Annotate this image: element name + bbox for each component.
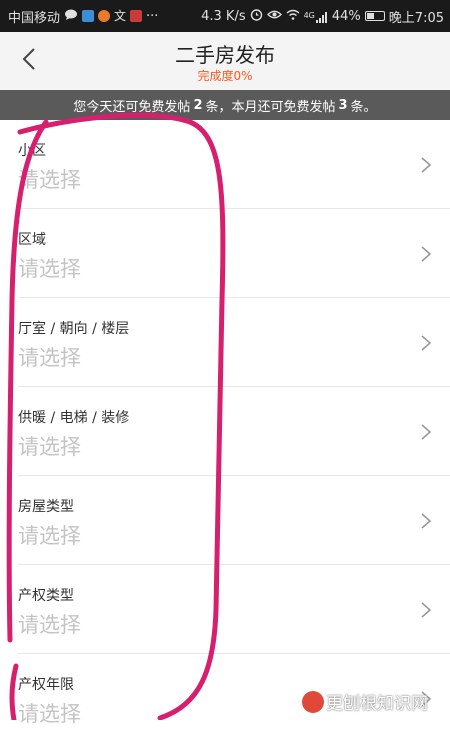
chevron-right-icon xyxy=(421,246,432,262)
field-placeholder: 请选择 xyxy=(18,702,81,726)
listing-form: 小区 请选择 区域 请选择 厅室 / 朝向 / 楼层 请选择 供暖 / 电梯 /… xyxy=(0,120,450,743)
chevron-right-icon xyxy=(421,602,432,618)
nav-bar: 二手房发布 完成度0% xyxy=(0,32,450,90)
signal-icon: 4G xyxy=(304,9,328,23)
watermark-logo-icon xyxy=(302,690,324,713)
message-icon xyxy=(64,9,78,24)
field-layout-orientation-floor[interactable]: 厅室 / 朝向 / 楼层 请选择 xyxy=(18,298,450,387)
field-placeholder: 请选择 xyxy=(18,257,81,281)
field-heating-elevator-decoration[interactable]: 供暖 / 电梯 / 装修 请选择 xyxy=(18,387,450,476)
monthly-free-count: 3 xyxy=(338,97,348,113)
battery-icon xyxy=(364,11,385,21)
chevron-right-icon xyxy=(421,424,432,440)
status-bar: 中国移动 文 ··· 4.3 K/s 4G 44% 晚上7:05 xyxy=(0,0,450,32)
field-placeholder: 请选择 xyxy=(18,524,81,548)
field-placeholder: 请选择 xyxy=(18,613,81,637)
watermark-text: 更刨根知识网 xyxy=(326,694,428,714)
field-label: 产权类型 xyxy=(18,588,74,604)
more-notifications: ··· xyxy=(146,8,159,24)
wifi-icon xyxy=(286,9,300,23)
completion-progress: 完成度0% xyxy=(197,69,253,83)
alarm-icon xyxy=(250,8,263,24)
field-label: 厅室 / 朝向 / 楼层 xyxy=(18,321,130,337)
field-district[interactable]: 区域 请选择 xyxy=(18,209,450,298)
notice-text-middle: 条，本月还可免费发帖 xyxy=(205,99,336,115)
eye-icon xyxy=(266,9,282,23)
daily-free-count: 2 xyxy=(193,97,203,113)
field-placeholder: 请选择 xyxy=(18,168,81,192)
free-post-notice: 您今天还可免费发帖 2 条，本月还可免费发帖 3 条。 xyxy=(0,90,450,120)
network-type: 4G xyxy=(303,11,315,20)
field-label: 房屋类型 xyxy=(18,499,74,515)
page-title: 二手房发布 xyxy=(175,43,275,67)
status-right: 4.3 K/s 4G 44% 晚上7:05 xyxy=(201,7,444,26)
chevron-right-icon xyxy=(421,157,432,173)
app-icon-orange xyxy=(98,10,111,22)
field-community[interactable]: 小区 请选择 xyxy=(18,120,450,209)
status-left: 中国移动 文 ··· xyxy=(8,7,158,26)
field-label: 产权年限 xyxy=(18,677,74,693)
battery-fill xyxy=(366,13,374,19)
app-icon-red xyxy=(130,10,143,22)
field-house-type[interactable]: 房屋类型 请选择 xyxy=(18,476,450,565)
notice-text-after: 条。 xyxy=(350,99,377,115)
text-app-icon: 文 xyxy=(114,9,127,23)
battery-percent: 44% xyxy=(331,8,361,24)
app-icon-blue xyxy=(82,10,95,22)
watermark: 更刨根知识网 xyxy=(302,689,428,714)
field-property-right-type[interactable]: 产权类型 请选择 xyxy=(18,565,450,654)
network-speed: 4.3 K/s xyxy=(201,8,246,24)
clock: 晚上7:05 xyxy=(388,10,444,26)
field-label: 供暖 / 电梯 / 装修 xyxy=(18,410,130,426)
field-label: 小区 xyxy=(18,143,46,159)
carrier-name: 中国移动 xyxy=(8,10,61,26)
chevron-right-icon xyxy=(421,335,432,351)
field-placeholder: 请选择 xyxy=(18,346,81,370)
field-placeholder: 请选择 xyxy=(18,435,81,459)
chevron-right-icon xyxy=(421,513,432,529)
field-label: 区域 xyxy=(18,232,46,248)
notice-text-before: 您今天还可免费发帖 xyxy=(73,99,191,115)
